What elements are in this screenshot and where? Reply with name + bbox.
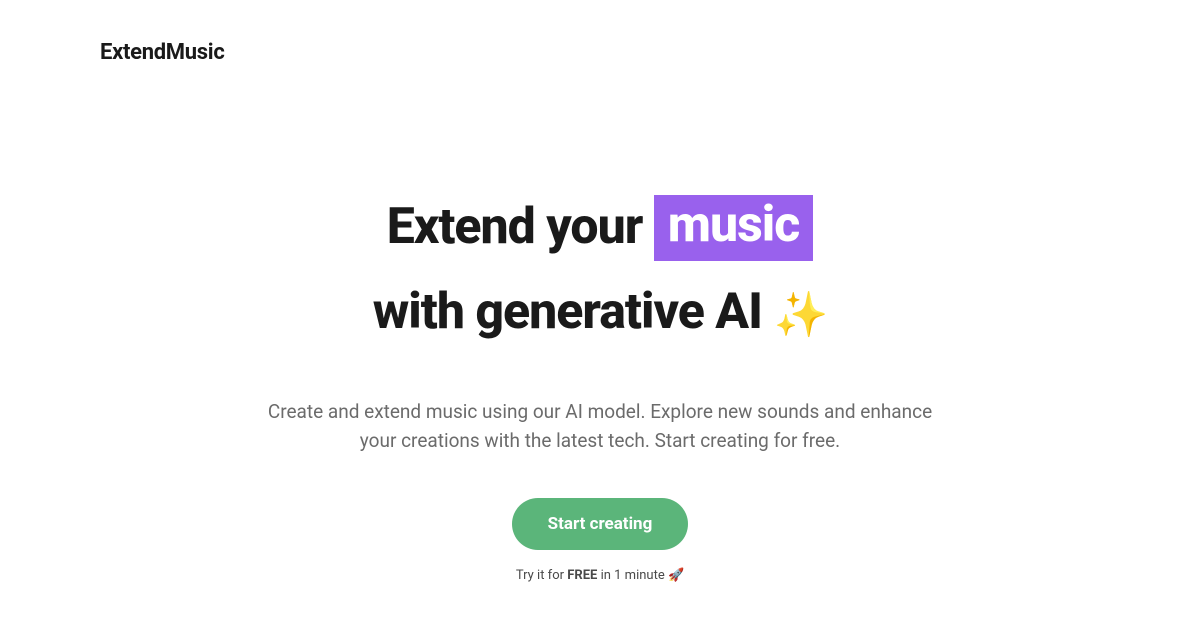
try-bold: FREE [567, 568, 597, 583]
headline-text-1: Extend your [387, 198, 654, 256]
start-creating-button[interactable]: Start creating [512, 498, 689, 550]
headline-highlight: music [654, 195, 814, 261]
try-prefix: Try it for [516, 568, 567, 583]
hero-subtext: Create and extend music using our AI mod… [250, 397, 950, 456]
sparkles-icon: ✨ [773, 288, 827, 340]
logo[interactable]: ExtendMusic [100, 40, 1100, 65]
hero-section: Extend your music with generative AI ✨ C… [0, 65, 1200, 583]
try-it-text: Try it for FREE in 1 minute 🚀 [516, 568, 684, 583]
try-suffix: in 1 minute 🚀 [597, 568, 684, 583]
headline: Extend your music with generative AI ✨ [373, 185, 827, 355]
headline-text-2: with generative AI [373, 283, 774, 341]
